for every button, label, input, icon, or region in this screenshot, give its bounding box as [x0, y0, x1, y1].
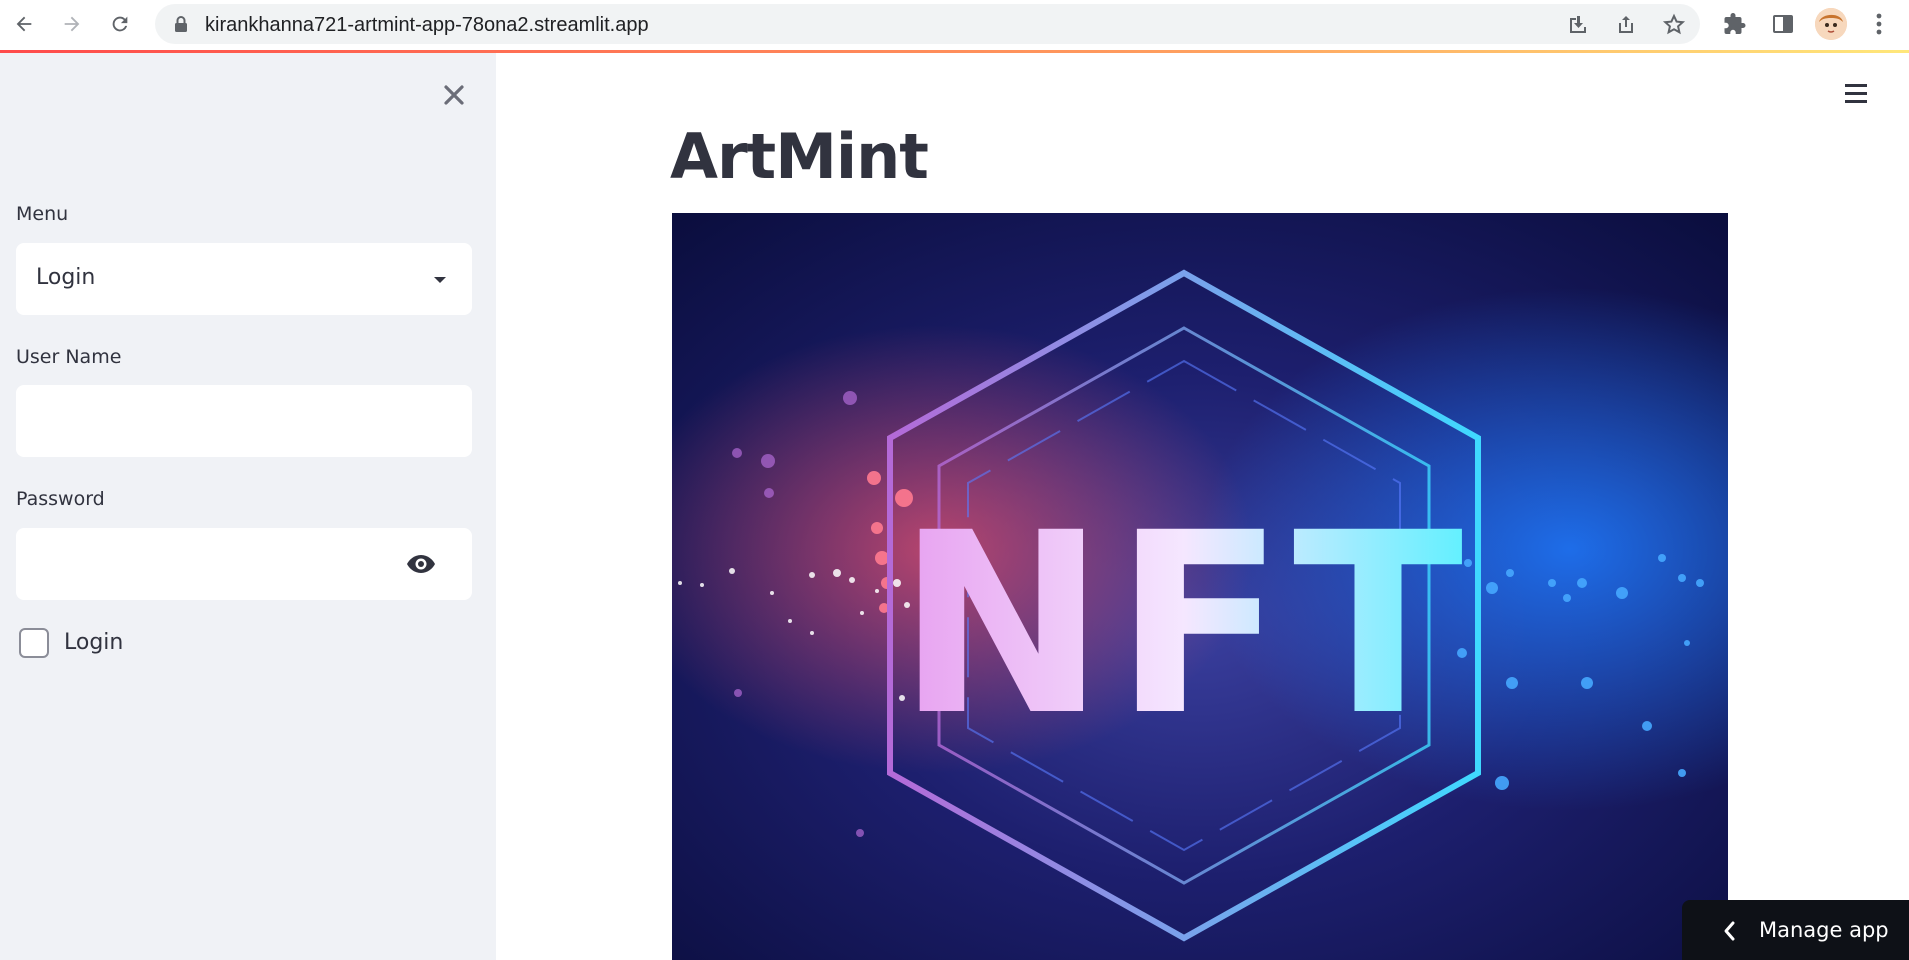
- menu-select-value: Login: [36, 265, 96, 290]
- main-menu-button[interactable]: [1845, 84, 1869, 106]
- chevron-left-icon: [1722, 920, 1736, 947]
- menu-label: Menu: [16, 203, 69, 225]
- menu-select[interactable]: Login: [16, 243, 472, 315]
- install-app-icon[interactable]: [1565, 12, 1591, 38]
- url-text: kirankhanna721-artmint-app-78ona2.stream…: [205, 14, 649, 36]
- browser-menu-icon[interactable]: [1863, 8, 1895, 40]
- forward-button[interactable]: [56, 8, 88, 40]
- browser-toolbar: kirankhanna721-artmint-app-78ona2.stream…: [0, 0, 1909, 48]
- hero-nft-text: NFT: [897, 479, 1472, 770]
- username-label: User Name: [16, 346, 122, 368]
- back-button[interactable]: [8, 8, 40, 40]
- reload-icon: [112, 16, 128, 32]
- page-title: ArtMint: [670, 120, 929, 193]
- manage-app-button[interactable]: Manage app: [1682, 900, 1909, 960]
- reload-button[interactable]: [104, 8, 136, 40]
- address-bar[interactable]: kirankhanna721-artmint-app-78ona2.stream…: [155, 4, 1700, 44]
- bookmark-star-icon[interactable]: [1661, 12, 1687, 38]
- arrow-right-icon: [64, 16, 80, 32]
- profile-avatar[interactable]: [1815, 8, 1847, 40]
- password-input[interactable]: [16, 528, 472, 600]
- hamburger-icon-line: [1845, 92, 1867, 95]
- chevron-down-icon: [434, 277, 446, 283]
- close-sidebar-button[interactable]: [440, 81, 468, 109]
- hamburger-icon-line: [1845, 100, 1867, 103]
- password-label: Password: [16, 488, 105, 510]
- extensions-icon[interactable]: [1719, 8, 1751, 40]
- login-checkbox-label: Login: [64, 630, 124, 655]
- nft-hero-image: NFT: [672, 213, 1728, 960]
- manage-app-label: Manage app: [1759, 918, 1889, 942]
- share-icon[interactable]: [1613, 12, 1639, 38]
- username-input[interactable]: [16, 385, 472, 457]
- arrow-left-icon: [16, 16, 32, 32]
- lock-icon: [173, 15, 189, 38]
- close-icon: [444, 85, 464, 105]
- hamburger-icon: [1845, 84, 1867, 87]
- show-password-icon[interactable]: [406, 554, 436, 579]
- login-checkbox[interactable]: [19, 628, 49, 658]
- side-panel-icon[interactable]: [1767, 8, 1799, 40]
- sidebar: Menu Login User Name Password Login: [0, 53, 496, 960]
